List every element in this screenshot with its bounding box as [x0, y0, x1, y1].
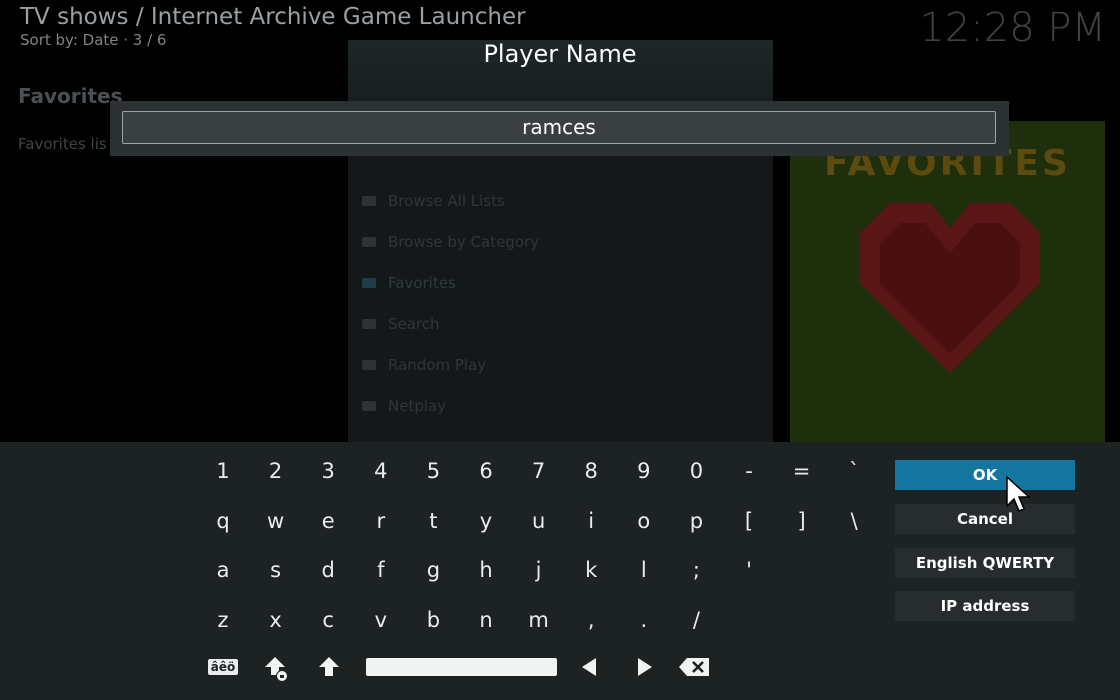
- key[interactable]: `: [829, 449, 879, 493]
- dialog-title: Player Name: [483, 40, 637, 68]
- key[interactable]: u: [514, 499, 564, 543]
- shift-icon[interactable]: [318, 656, 340, 678]
- caps-lock-icon[interactable]: [263, 655, 291, 683]
- list-item: Search: [362, 303, 539, 344]
- key[interactable]: b: [408, 598, 458, 642]
- cursor-right-icon[interactable]: [636, 657, 654, 677]
- key[interactable]: c: [303, 598, 353, 642]
- list-item-label: Favorites: [388, 273, 456, 292]
- ip-address-button[interactable]: IP address: [895, 591, 1075, 621]
- key[interactable]: y: [461, 499, 511, 543]
- key[interactable]: v: [356, 598, 406, 642]
- key[interactable]: j: [514, 548, 564, 592]
- key[interactable]: s: [251, 548, 301, 592]
- list-item-label: Netplay: [388, 396, 447, 415]
- key[interactable]: \: [829, 499, 879, 543]
- key[interactable]: h: [461, 548, 511, 592]
- key[interactable]: [: [724, 499, 774, 543]
- keyboard-layout-button[interactable]: English QWERTY: [895, 548, 1075, 578]
- key[interactable]: 7: [514, 449, 564, 493]
- key[interactable]: r: [356, 499, 406, 543]
- list-item: Netplay: [362, 385, 539, 426]
- list-item-label: Search: [388, 314, 440, 333]
- key[interactable]: 8: [566, 449, 616, 493]
- list-item: Browse by Category: [362, 221, 539, 262]
- key[interactable]: =: [777, 449, 827, 493]
- key[interactable]: f: [356, 548, 406, 592]
- symbols-key-label: âêö: [207, 659, 239, 675]
- player-name-input[interactable]: ramces: [122, 111, 996, 144]
- key[interactable]: d: [303, 548, 353, 592]
- folder-icon: [362, 195, 376, 206]
- key[interactable]: 2: [251, 449, 301, 493]
- key[interactable]: x: [251, 598, 301, 642]
- key[interactable]: 1: [198, 449, 248, 493]
- key[interactable]: n: [461, 598, 511, 642]
- key[interactable]: l: [619, 548, 669, 592]
- side-description: Favorites lis: [18, 135, 107, 153]
- kodi-screen: TV shows / Internet Archive Game Launche…: [0, 0, 1120, 700]
- key[interactable]: i: [566, 499, 616, 543]
- key[interactable]: o: [619, 499, 669, 543]
- key[interactable]: ]: [777, 499, 827, 543]
- key[interactable]: g: [408, 548, 458, 592]
- folder-icon: [362, 318, 376, 329]
- ok-button[interactable]: OK: [895, 460, 1075, 490]
- key[interactable]: w: [251, 499, 301, 543]
- heart-icon: [860, 203, 1040, 373]
- key[interactable]: 5: [408, 449, 458, 493]
- folder-icon: [362, 277, 376, 288]
- backspace-icon[interactable]: [678, 657, 710, 677]
- input-container: ramces: [110, 101, 1009, 156]
- key[interactable]: e: [303, 499, 353, 543]
- key[interactable]: 0: [671, 449, 721, 493]
- list-item-label: Browse by Category: [388, 232, 540, 251]
- key[interactable]: ': [724, 548, 774, 592]
- side-title: Favorites: [18, 84, 123, 108]
- menu-list: Browse All Lists Browse by Category Favori…: [362, 180, 539, 426]
- key[interactable]: t: [408, 499, 458, 543]
- key[interactable]: z: [198, 598, 248, 642]
- cancel-button[interactable]: Cancel: [895, 504, 1075, 534]
- key[interactable]: q: [198, 499, 248, 543]
- key[interactable]: 9: [619, 449, 669, 493]
- key[interactable]: -: [724, 449, 774, 493]
- key[interactable]: 4: [356, 449, 406, 493]
- key[interactable]: ,: [566, 598, 616, 642]
- spacebar[interactable]: [366, 658, 557, 676]
- key[interactable]: ;: [671, 548, 721, 592]
- list-item: Favorites: [362, 262, 539, 303]
- cursor-left-icon[interactable]: [580, 657, 598, 677]
- symbols-key[interactable]: âêö: [205, 645, 241, 689]
- folder-icon: [362, 236, 376, 247]
- folder-icon: [362, 400, 376, 411]
- list-item-label: Random Play: [388, 355, 487, 374]
- list-item: Browse All Lists: [362, 180, 539, 221]
- key[interactable]: .: [619, 598, 669, 642]
- page-title: TV shows / Internet Archive Game Launche…: [20, 4, 526, 30]
- mouse-pointer-icon: [1006, 476, 1031, 512]
- key[interactable]: 3: [303, 449, 353, 493]
- list-item-label: Browse All Lists: [388, 191, 505, 210]
- list-item: Random Play: [362, 344, 539, 385]
- folder-icon: [362, 359, 376, 370]
- key[interactable]: /: [671, 598, 721, 642]
- key[interactable]: k: [566, 548, 616, 592]
- key[interactable]: a: [198, 548, 248, 592]
- key[interactable]: 6: [461, 449, 511, 493]
- key[interactable]: m: [514, 598, 564, 642]
- favorites-poster: FAVORITES: [790, 121, 1105, 442]
- key[interactable]: p: [671, 499, 721, 543]
